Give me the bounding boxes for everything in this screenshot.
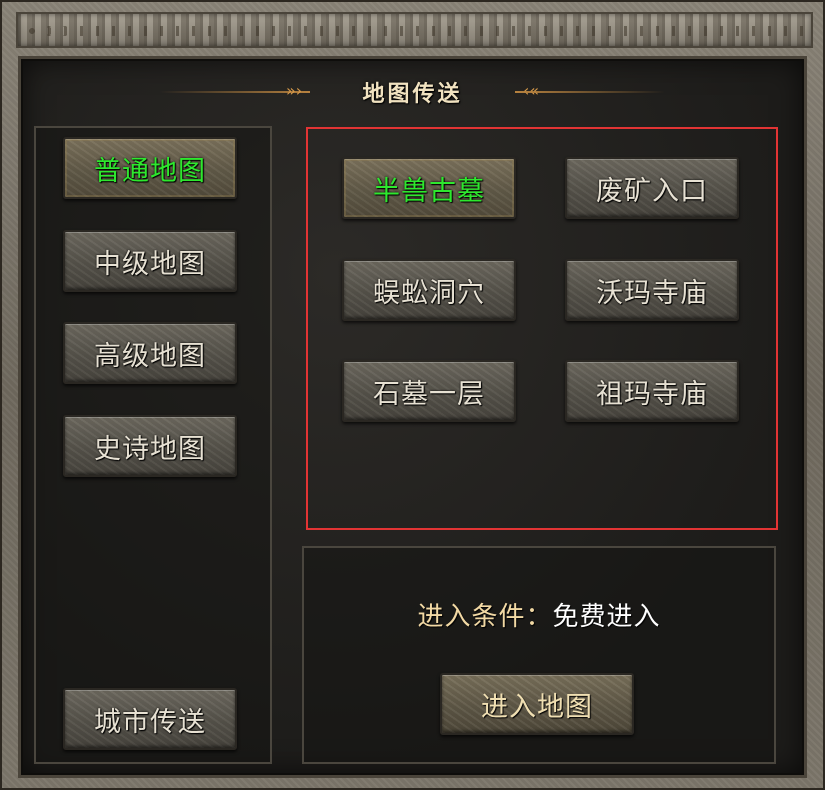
city-teleport-button[interactable]: 城市传送 bbox=[63, 688, 237, 750]
category-button-label: 史诗地图 bbox=[94, 433, 206, 465]
category-button-label: 高级地图 bbox=[94, 340, 206, 372]
map-button-label: 蜈蚣洞穴 bbox=[373, 277, 485, 309]
title-divider-right bbox=[515, 91, 665, 93]
entry-condition: 进入条件：免费进入 bbox=[302, 596, 776, 633]
map-button[interactable]: 石墓一层 bbox=[342, 360, 516, 422]
map-button-label: 废矿入口 bbox=[596, 175, 708, 207]
arrow-right-icon: »› bbox=[286, 81, 303, 100]
page-title: 地图传送 bbox=[362, 82, 463, 107]
enter-map-button-label: 进入地图 bbox=[481, 691, 593, 723]
map-button[interactable]: 蜈蚣洞穴 bbox=[342, 259, 516, 321]
category-button-intermediate[interactable]: 中级地图 bbox=[63, 230, 237, 292]
category-button-label: 中级地图 bbox=[94, 248, 206, 280]
city-teleport-label: 城市传送 bbox=[94, 706, 206, 738]
category-button-label: 普通地图 bbox=[94, 155, 206, 187]
frame-ornament bbox=[16, 12, 813, 48]
category-button-advanced[interactable]: 高级地图 bbox=[63, 322, 237, 384]
category-button-epic[interactable]: 史诗地图 bbox=[63, 415, 237, 477]
category-button-normal[interactable]: 普通地图 bbox=[63, 137, 237, 199]
map-button[interactable]: 废矿入口 bbox=[565, 157, 739, 219]
map-button[interactable]: 沃玛寺庙 bbox=[565, 259, 739, 321]
map-button-label: 半兽古墓 bbox=[373, 175, 485, 207]
entry-condition-label: 进入条件： bbox=[417, 602, 553, 632]
map-button-label: 祖玛寺庙 bbox=[596, 378, 708, 410]
map-button[interactable]: 祖玛寺庙 bbox=[565, 360, 739, 422]
entry-condition-value: 免费进入 bbox=[552, 602, 661, 632]
map-button-label: 石墓一层 bbox=[373, 378, 485, 410]
title-bar: »› 地图传送 ‹« bbox=[160, 74, 665, 110]
map-button-label: 沃玛寺庙 bbox=[596, 277, 708, 309]
enter-map-button[interactable]: 进入地图 bbox=[440, 673, 634, 735]
map-button[interactable]: 半兽古墓 bbox=[342, 157, 516, 219]
